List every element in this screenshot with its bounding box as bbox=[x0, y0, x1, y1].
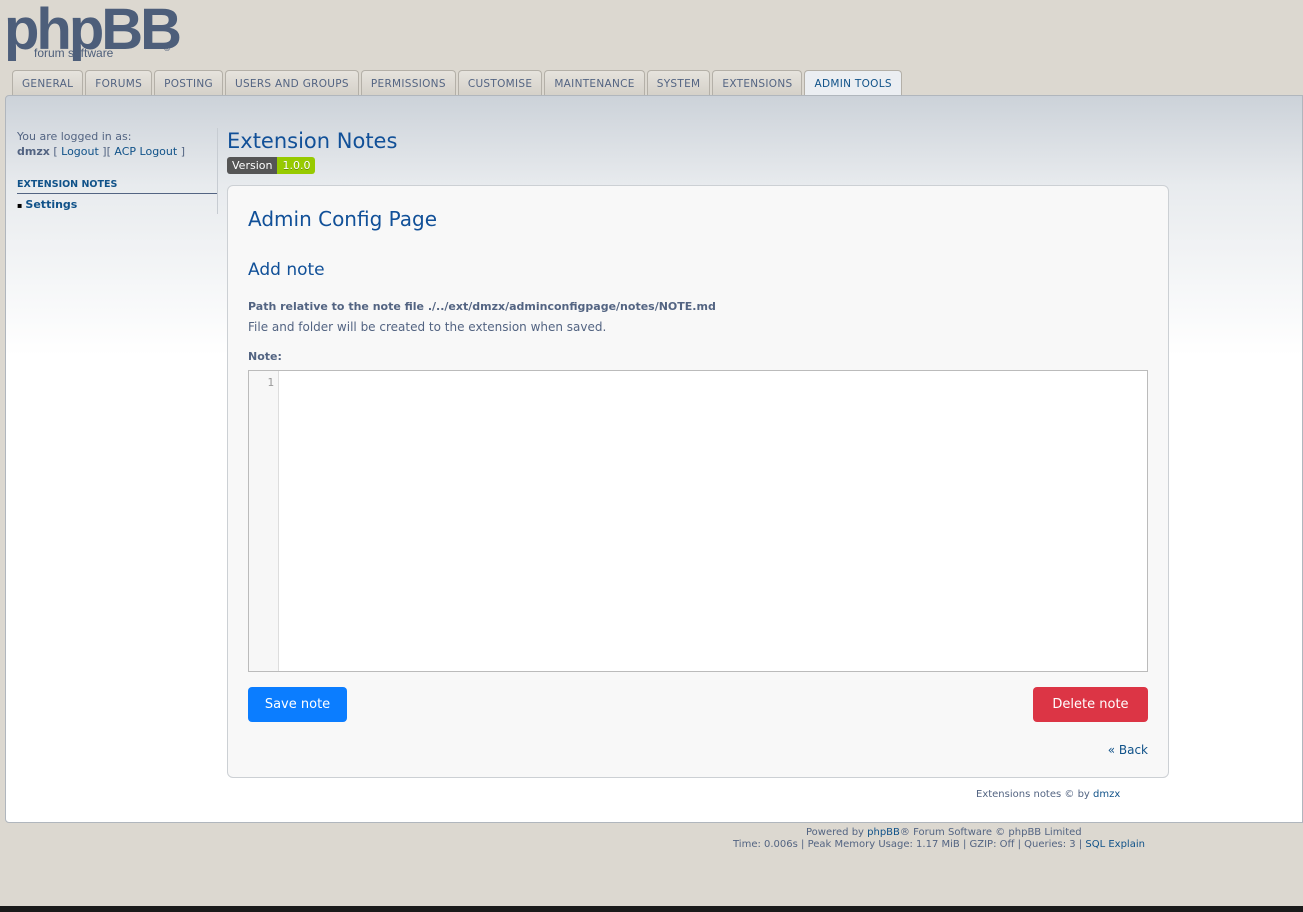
note-editor[interactable]: 1 bbox=[248, 370, 1148, 672]
config-card: Admin Config Page Add note Path relative… bbox=[227, 185, 1169, 778]
phpbb-link[interactable]: phpBB bbox=[867, 827, 900, 838]
logo-registered: ® bbox=[163, 44, 171, 53]
author-link[interactable]: dmzx bbox=[1093, 789, 1120, 800]
logout-link[interactable]: Logout bbox=[61, 145, 99, 158]
tab-system[interactable]: SYSTEM bbox=[646, 70, 711, 96]
back-link[interactable]: « Back bbox=[1108, 743, 1148, 757]
page-title: Extension Notes bbox=[227, 129, 398, 153]
card-title: Admin Config Page bbox=[248, 207, 438, 231]
acp-tab-bar: GENERAL FORUMS POSTING USERS AND GROUPS … bbox=[12, 70, 904, 97]
login-line: dmzx [ Logout ][ ACP Logout ] bbox=[17, 145, 185, 158]
version-badge: Version 1.0.0 bbox=[227, 157, 316, 174]
logged-in-label: You are logged in as: bbox=[17, 130, 132, 143]
tab-customise[interactable]: CUSTOMISE bbox=[457, 70, 543, 96]
tab-forums[interactable]: FORUMS bbox=[85, 70, 153, 96]
tab-general[interactable]: GENERAL bbox=[12, 70, 84, 96]
delete-note-button[interactable]: Delete note bbox=[1033, 687, 1148, 722]
version-value: 1.0.0 bbox=[277, 157, 316, 174]
line-number-gutter: 1 bbox=[249, 371, 279, 671]
phpbb-logo[interactable]: phpBB forum software ® bbox=[4, 0, 182, 64]
note-label: Note: bbox=[248, 350, 282, 363]
path-explain: File and folder will be created to the e… bbox=[248, 320, 607, 334]
tab-users-and-groups[interactable]: USERS AND GROUPS bbox=[224, 70, 359, 96]
add-note-heading: Add note bbox=[248, 260, 325, 280]
sql-explain-link[interactable]: SQL Explain bbox=[1085, 839, 1145, 850]
sidebar-item-settings[interactable]: ▪ Settings bbox=[17, 198, 77, 211]
logo-tagline: forum software bbox=[34, 46, 114, 60]
tab-admin-tools[interactable]: ADMIN TOOLS bbox=[804, 70, 902, 97]
bullet-icon: ▪ bbox=[17, 201, 23, 210]
note-textarea[interactable] bbox=[279, 371, 1147, 671]
taskbar-strip bbox=[0, 906, 1303, 912]
tab-maintenance[interactable]: MAINTENANCE bbox=[544, 70, 645, 96]
debug-stats: Time: 0.006s | Peak Memory Usage: 1.17 M… bbox=[733, 839, 1145, 850]
line-number: 1 bbox=[267, 376, 274, 389]
path-info: Path relative to the note file ./../ext/… bbox=[248, 300, 716, 313]
username: dmzx bbox=[17, 145, 50, 158]
tab-extensions[interactable]: EXTENSIONS bbox=[712, 70, 803, 96]
tab-posting[interactable]: POSTING bbox=[154, 70, 223, 96]
powered-by: Powered by phpBB® Forum Software © phpBB… bbox=[806, 827, 1082, 838]
tab-permissions[interactable]: PERMISSIONS bbox=[360, 70, 456, 96]
sidebar-item-label: Settings bbox=[25, 198, 78, 211]
sidebar-section-title: EXTENSION NOTES bbox=[17, 179, 217, 194]
version-label: Version bbox=[227, 157, 278, 174]
save-note-button[interactable]: Save note bbox=[248, 687, 347, 722]
sidebar-divider bbox=[217, 128, 218, 214]
acp-logout-link[interactable]: ACP Logout bbox=[114, 145, 177, 158]
extension-credit: Extensions notes © by dmzx bbox=[976, 789, 1121, 800]
